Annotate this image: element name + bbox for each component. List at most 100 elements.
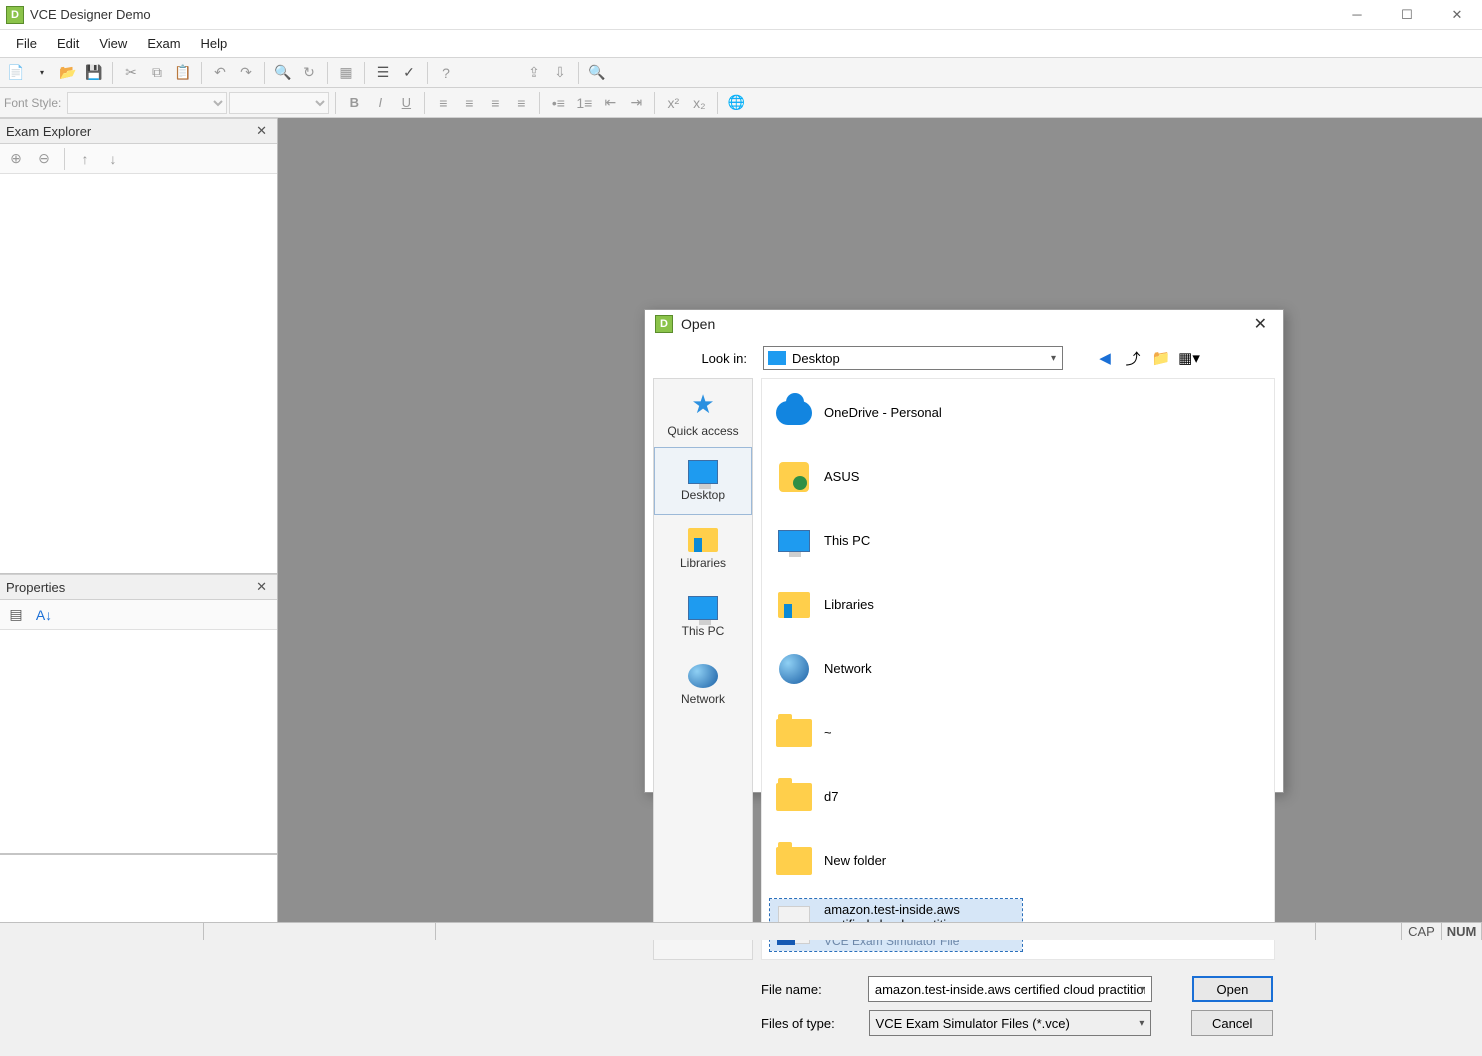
file-list[interactable]: OneDrive - Personal ASUS This PC Librari… [761,378,1275,960]
toolbar-formatting: Font Style: B I U ≡ ≡ ≡ ≡ •≡ 1≡ ⇤ ⇥ x² x… [0,88,1482,118]
status-num: NUM [1442,923,1482,940]
dialog-app-icon: D [655,315,673,333]
view-menu-icon[interactable]: ▦▾ [1179,348,1199,368]
file-item-this-pc[interactable]: This PC [770,515,1022,567]
alphabetical-icon[interactable]: A↓ [32,603,56,627]
new-file-icon[interactable]: 📄 [4,61,28,85]
new-folder-icon[interactable]: 📁 [1151,348,1171,368]
undo-icon[interactable]: ↶ [208,61,232,85]
globe-icon[interactable]: 🌐 [724,91,748,115]
help-icon[interactable]: ? [434,61,458,85]
cancel-button[interactable]: Cancel [1191,1010,1273,1036]
move-down-icon[interactable]: ↓ [101,147,125,171]
workspace: D Open ✕ Look in: Desktop ▾ ◀ ⤴ 📁 ▦▾ [278,118,1482,922]
maximize-button[interactable]: ☐ [1382,0,1432,30]
monitor-icon [688,460,718,484]
open-folder-icon[interactable]: 📂 [56,61,80,85]
categorized-icon[interactable]: ▤ [4,603,28,627]
status-cell-3 [436,923,1316,940]
file-item-d7[interactable]: d7 [770,771,1022,823]
copy-icon[interactable]: ⧉ [145,61,169,85]
import-icon[interactable]: ⇩ [548,61,572,85]
properties-header: Properties ✕ [0,574,277,600]
status-cell-2 [204,923,436,940]
superscript-icon[interactable]: x² [661,91,685,115]
minimize-button[interactable]: ─ [1332,0,1382,30]
outdent-icon[interactable]: ⇤ [598,91,622,115]
monitor-icon [688,596,718,620]
export-icon[interactable]: ⇪ [522,61,546,85]
properties-title: Properties [6,580,252,595]
filetype-label: Files of type: [645,1016,869,1031]
status-bar: CAP NUM [0,922,1482,940]
number-list-icon[interactable]: 1≡ [572,91,596,115]
file-item-libraries[interactable]: Libraries [770,579,1022,631]
remove-item-icon[interactable]: ⊖ [32,147,56,171]
italic-icon[interactable]: I [368,91,392,115]
bullet-list-icon[interactable]: •≡ [546,91,570,115]
search-icon[interactable]: 🔍 [585,61,609,85]
menu-exam[interactable]: Exam [137,32,190,55]
up-one-level-icon[interactable]: ⤴ [1123,348,1143,368]
close-button[interactable]: ✕ [1432,0,1482,30]
dropdown-arrow-icon[interactable]: ▾ [30,61,54,85]
align-justify-icon[interactable]: ≡ [509,91,533,115]
add-item-icon[interactable]: ⊕ [4,147,28,171]
dialog-close-icon[interactable]: ✕ [1248,310,1273,338]
properties-toolbar: ▤ A↓ [0,600,277,630]
underline-icon[interactable]: U [394,91,418,115]
redo-icon[interactable]: ↷ [234,61,258,85]
lookin-select[interactable]: Desktop ▾ [763,346,1063,370]
folder-icon [776,719,812,747]
place-network[interactable]: Network [654,651,752,719]
cut-icon[interactable]: ✂ [119,61,143,85]
exam-explorer-close-icon[interactable]: ✕ [252,123,271,139]
place-this-pc[interactable]: This PC [654,583,752,651]
indent-icon[interactable]: ⇥ [624,91,648,115]
bold-icon[interactable]: B [342,91,366,115]
properties-close-icon[interactable]: ✕ [252,579,271,595]
file-item-network[interactable]: Network [770,643,1022,695]
filename-input[interactable]: amazon.test-inside.aws certified cloud p… [868,976,1152,1002]
check-icon[interactable]: ✓ [397,61,421,85]
open-button[interactable]: Open [1192,976,1273,1002]
align-center-icon[interactable]: ≡ [457,91,481,115]
paste-icon[interactable]: 📋 [171,61,195,85]
bottom-pane [0,854,277,922]
lookin-value: Desktop [792,351,840,366]
image-icon[interactable]: ▦ [334,61,358,85]
back-icon[interactable]: ◀ [1095,348,1115,368]
file-item-asus[interactable]: ASUS [770,451,1022,503]
place-quick-access[interactable]: ★ Quick access [654,379,752,447]
save-icon[interactable]: 💾 [82,61,106,85]
list-icon[interactable]: ☰ [371,61,395,85]
align-left-icon[interactable]: ≡ [431,91,455,115]
properties-body [0,630,277,854]
align-right-icon[interactable]: ≡ [483,91,507,115]
font-size-select[interactable] [229,92,329,114]
open-dialog: D Open ✕ Look in: Desktop ▾ ◀ ⤴ 📁 ▦▾ [644,309,1284,793]
lookin-label: Look in: [645,351,753,366]
file-item-new-folder[interactable]: New folder [770,835,1022,887]
menu-bar: File Edit View Exam Help [0,30,1482,58]
zoom-icon[interactable]: 🔍 [271,61,295,85]
place-desktop[interactable]: Desktop [654,447,752,515]
title-bar: D VCE Designer Demo ─ ☐ ✕ [0,0,1482,30]
subscript-icon[interactable]: x₂ [687,91,711,115]
folder-icon [776,783,812,811]
place-libraries[interactable]: Libraries [654,515,752,583]
filetype-select[interactable]: VCE Exam Simulator Files (*.vce) ▾ [869,1010,1152,1036]
menu-edit[interactable]: Edit [47,32,89,55]
refresh-icon[interactable]: ↻ [297,61,321,85]
menu-help[interactable]: Help [191,32,238,55]
file-item-tilde[interactable]: ~ [770,707,1022,759]
font-style-select[interactable] [67,92,227,114]
menu-view[interactable]: View [89,32,137,55]
status-cell-4 [1316,923,1402,940]
move-up-icon[interactable]: ↑ [73,147,97,171]
chevron-down-icon: ▾ [1139,1018,1144,1029]
menu-file[interactable]: File [6,32,47,55]
window-title: VCE Designer Demo [30,7,151,22]
file-item-onedrive[interactable]: OneDrive - Personal [770,387,1022,439]
places-bar: ★ Quick access Desktop Libraries This PC [653,378,753,960]
